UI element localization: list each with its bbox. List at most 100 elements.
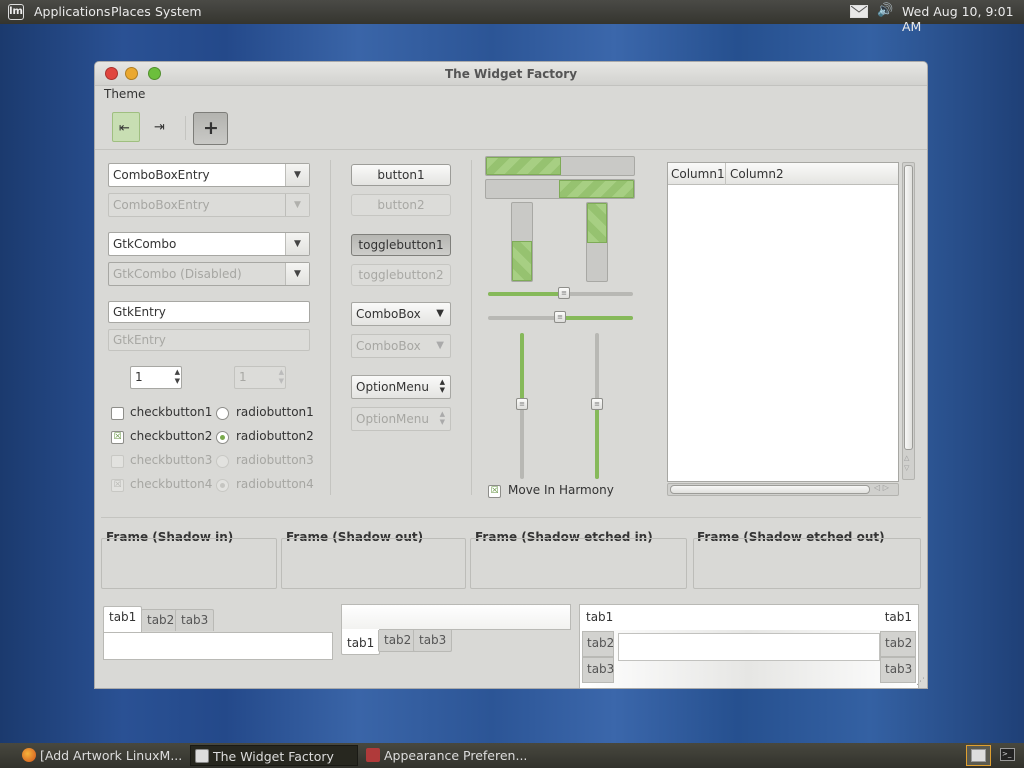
chevron-down-icon: ▼ xyxy=(285,263,309,285)
notebook3-right-tab3-box[interactable]: tab3 xyxy=(880,657,916,683)
notebook3-left-tab3[interactable]: tab3 xyxy=(587,662,614,676)
show-desktop-button[interactable] xyxy=(966,745,991,766)
window-icon xyxy=(195,749,209,763)
places-menu[interactable]: Places xyxy=(111,4,151,19)
clock[interactable]: Wed Aug 10, 9:01 AM xyxy=(902,4,1024,34)
treeview[interactable]: Column1 Column2 xyxy=(667,162,899,482)
theme-menu[interactable]: Theme xyxy=(104,87,145,101)
hscale1-fill xyxy=(488,292,563,296)
hscale1-handle[interactable]: ≡ xyxy=(558,287,570,299)
radiobutton4-label: radiobutton4 xyxy=(236,477,314,491)
scroll-arrows-h-icon[interactable]: ◁ ▷ xyxy=(874,483,889,492)
notebook3-tabrow xyxy=(580,605,918,630)
volume-icon[interactable]: 🔊 xyxy=(877,3,893,18)
hprogress2 xyxy=(485,179,635,199)
move-in-harmony-box[interactable]: ☒ xyxy=(488,485,501,498)
column-separator xyxy=(330,160,331,495)
task-firefox[interactable]: [Add Artwork LinuxM... xyxy=(18,745,188,766)
resize-grip-icon[interactable]: ⋰ xyxy=(916,677,925,687)
notebook1-page xyxy=(103,632,333,660)
notebook3-left-tab2[interactable]: tab2 xyxy=(587,636,614,650)
radiobutton2-label[interactable]: radiobutton2 xyxy=(236,429,314,443)
widget-factory-window: The Widget Factory Theme ⇤ ⇥ + ComboBoxE… xyxy=(94,61,928,689)
horizontal-scrollbar[interactable]: ◁ ▷ xyxy=(667,483,899,496)
chevron-down-icon[interactable]: ▼ xyxy=(285,164,309,186)
column2-header[interactable]: Column2 xyxy=(730,167,784,181)
vscale1-fill xyxy=(520,333,524,405)
optionmenu-disabled-text: OptionMenu xyxy=(356,412,429,426)
notebook3-right-tab2-box[interactable]: tab2 xyxy=(880,631,916,657)
gtkcombo[interactable]: GtkCombo ▼ xyxy=(108,232,310,256)
notebook2-tab2[interactable]: tab2 xyxy=(378,630,418,652)
comboboxentry[interactable]: ComboBoxEntry ▼ xyxy=(108,163,310,187)
button1[interactable]: button1 xyxy=(351,164,451,186)
move-in-harmony-label[interactable]: Move In Harmony xyxy=(508,483,614,497)
checkbutton4-box: ☒ xyxy=(111,479,124,492)
radiobutton1-circle[interactable] xyxy=(216,407,229,420)
notebook2-tab1[interactable]: tab1 xyxy=(341,629,381,655)
notebook1-tab1[interactable]: tab1 xyxy=(103,606,143,632)
spinbutton[interactable]: 1 ▲ ▼ xyxy=(130,366,182,389)
column1-header[interactable]: Column1 xyxy=(671,167,725,181)
notebook3-left-tab2-box[interactable]: tab2 xyxy=(582,631,614,657)
notebook3-left-tab1[interactable]: tab1 xyxy=(586,610,613,624)
notebook1-tab3[interactable]: tab3 xyxy=(175,609,215,631)
notebook2-tab3[interactable]: tab3 xyxy=(413,630,453,652)
notebook3-right-tab2[interactable]: tab2 xyxy=(885,636,912,650)
desktop-icon xyxy=(971,749,986,762)
title-bar[interactable]: The Widget Factory xyxy=(95,62,927,86)
combobox[interactable]: ComboBox ▼ xyxy=(351,302,451,326)
spinbutton-disabled-value: 1 xyxy=(239,370,247,384)
checkbutton4-label: checkbutton4 xyxy=(130,477,213,491)
chevron-down-icon: ▼ xyxy=(285,194,309,216)
checkbutton2-label[interactable]: checkbutton2 xyxy=(130,429,212,443)
spinbutton-value: 1 xyxy=(135,370,143,384)
scroll-arrows-icon[interactable]: △ ▽ xyxy=(904,453,909,473)
vertical-scrollbar[interactable]: △ ▽ xyxy=(902,162,915,480)
vscrollbar-thumb[interactable] xyxy=(904,165,913,450)
task-appearance[interactable]: Appearance Preferen... xyxy=(362,745,532,766)
radiobutton1-label[interactable]: radiobutton1 xyxy=(236,405,314,419)
checkbutton1-label[interactable]: checkbutton1 xyxy=(130,405,212,419)
togglebutton1[interactable]: togglebutton1 xyxy=(351,234,451,256)
goto-first-button[interactable]: ⇤ xyxy=(112,112,140,142)
vscale2-handle[interactable]: ≡ xyxy=(591,398,603,410)
checkbutton1-box[interactable] xyxy=(111,407,124,420)
notebook3-right-tab3[interactable]: tab3 xyxy=(885,662,912,676)
terminal-icon: >_ xyxy=(1000,748,1015,761)
comboboxentry-text: ComboBoxEntry xyxy=(113,168,210,182)
vscale1-handle[interactable]: ≡ xyxy=(516,398,528,410)
system-menu[interactable]: System xyxy=(155,4,202,19)
task-widget-factory[interactable]: The Widget Factory xyxy=(190,745,358,766)
updown-icon: ▲ ▼ xyxy=(439,378,445,394)
optionmenu-text: OptionMenu xyxy=(356,380,429,394)
vscale2-fill xyxy=(595,405,599,479)
notebook3-right-tab1[interactable]: tab1 xyxy=(885,610,912,624)
gtkentry-disabled: GtkEntry xyxy=(108,329,310,351)
hscale2-handle[interactable]: ≡ xyxy=(554,311,566,323)
radiobutton3-label: radiobutton3 xyxy=(236,453,314,467)
radiobutton2-circle[interactable] xyxy=(216,431,229,444)
vprogress1-fill xyxy=(512,241,532,281)
terminal-button[interactable]: >_ xyxy=(996,745,1021,766)
checkbutton2-box[interactable]: ☒ xyxy=(111,431,124,444)
hscrollbar-thumb[interactable] xyxy=(670,485,870,494)
optionmenu[interactable]: OptionMenu ▲ ▼ xyxy=(351,375,451,399)
chevron-down-icon[interactable]: ▼ xyxy=(285,233,309,255)
applications-menu[interactable]: Applications xyxy=(34,4,110,19)
frame-shadow-out xyxy=(281,538,466,589)
task-appearance-label: Appearance Preferen... xyxy=(384,748,528,763)
add-button[interactable]: + xyxy=(193,112,228,145)
mail-icon[interactable] xyxy=(850,5,868,18)
window-title: The Widget Factory xyxy=(444,67,578,81)
frame-shadow-in xyxy=(101,538,277,589)
gtkentry[interactable]: GtkEntry xyxy=(108,301,310,323)
button2: button2 xyxy=(351,194,451,216)
spinbutton-disabled: 1 ▲ ▼ xyxy=(234,366,286,389)
chevron-down-icon[interactable]: ▼ xyxy=(436,308,444,319)
goto-last-button[interactable]: ⇥ xyxy=(150,116,174,140)
radiobutton4-circle xyxy=(216,479,229,492)
mint-menu-icon[interactable]: lm xyxy=(8,4,24,20)
notebook3-left-tab3-box[interactable]: tab3 xyxy=(582,657,614,683)
spin-arrows-icon[interactable]: ▲ ▼ xyxy=(175,368,180,386)
